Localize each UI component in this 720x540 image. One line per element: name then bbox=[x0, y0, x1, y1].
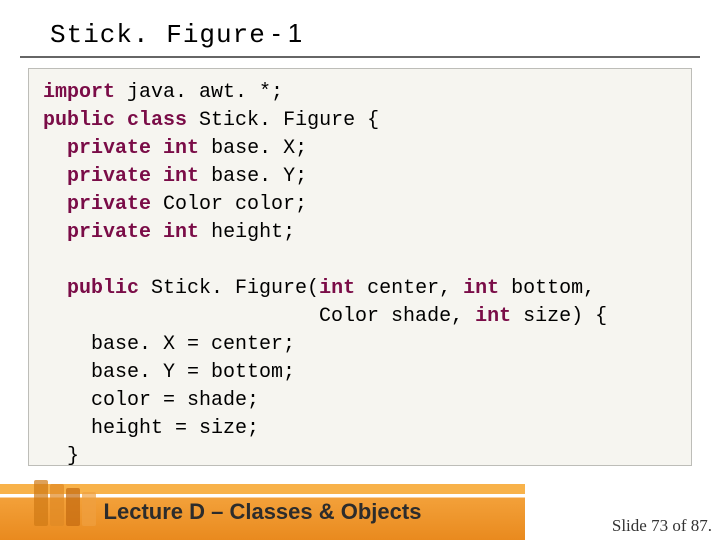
code-text: height; bbox=[199, 221, 295, 244]
code-text bbox=[43, 137, 67, 160]
kw-int: int bbox=[463, 277, 499, 300]
code-text: Color shade, bbox=[43, 305, 475, 328]
code-text bbox=[43, 165, 67, 188]
code-text bbox=[151, 221, 163, 244]
kw-int: int bbox=[163, 165, 199, 188]
code-text bbox=[43, 277, 67, 300]
code-text bbox=[43, 193, 67, 216]
slide-of: of bbox=[668, 516, 691, 535]
slide-title: Stick. Figure- 1 bbox=[20, 0, 700, 58]
kw-import: import bbox=[43, 81, 115, 104]
kw-private: private bbox=[67, 137, 151, 160]
code-text: java. awt. *; bbox=[115, 81, 283, 104]
kw-int: int bbox=[163, 221, 199, 244]
code-text: bottom, bbox=[499, 277, 595, 300]
kw-class: class bbox=[127, 109, 187, 132]
code-text: center, bbox=[355, 277, 463, 300]
footer: Lecture D – Classes & Objects Slide 73 o… bbox=[0, 484, 720, 540]
kw-private: private bbox=[67, 193, 151, 216]
kw-private: private bbox=[67, 221, 151, 244]
code-text bbox=[151, 137, 163, 160]
kw-int: int bbox=[475, 305, 511, 328]
code-text: base. Y = bottom; bbox=[43, 361, 295, 384]
code-text: } bbox=[43, 445, 79, 466]
code-text: Stick. Figure( bbox=[139, 277, 319, 300]
code-text: size) { bbox=[511, 305, 607, 328]
kw-private: private bbox=[67, 165, 151, 188]
kw-public: public bbox=[43, 109, 115, 132]
kw-int: int bbox=[319, 277, 355, 300]
code-text: base. Y; bbox=[199, 165, 307, 188]
slide-counter: Slide 73 of 87. bbox=[612, 516, 712, 536]
slide-total: 87 bbox=[691, 516, 708, 535]
title-suffix: - 1 bbox=[272, 18, 302, 48]
code-text: height = size; bbox=[43, 417, 259, 440]
code-text bbox=[115, 109, 127, 132]
code-block: import java. awt. *; public class Stick.… bbox=[28, 68, 692, 466]
code-text: Stick. Figure { bbox=[187, 109, 379, 132]
slide-prefix: Slide bbox=[612, 516, 651, 535]
footer-decoration-icon bbox=[28, 478, 108, 528]
lecture-title: Lecture D – Classes & Objects bbox=[104, 499, 422, 525]
title-code: Stick. Figure bbox=[50, 20, 266, 50]
code-text bbox=[151, 165, 163, 188]
kw-public: public bbox=[67, 277, 139, 300]
code-text: Color color; bbox=[151, 193, 307, 216]
code-text: base. X = center; bbox=[43, 333, 295, 356]
kw-int: int bbox=[163, 137, 199, 160]
code-text: base. X; bbox=[199, 137, 307, 160]
footer-right: Slide 73 of 87. bbox=[525, 484, 720, 540]
slide-suffix: . bbox=[708, 516, 712, 535]
footer-left: Lecture D – Classes & Objects bbox=[0, 484, 525, 540]
code-text: color = shade; bbox=[43, 389, 259, 412]
code-text bbox=[43, 221, 67, 244]
slide-current: 73 bbox=[651, 516, 668, 535]
